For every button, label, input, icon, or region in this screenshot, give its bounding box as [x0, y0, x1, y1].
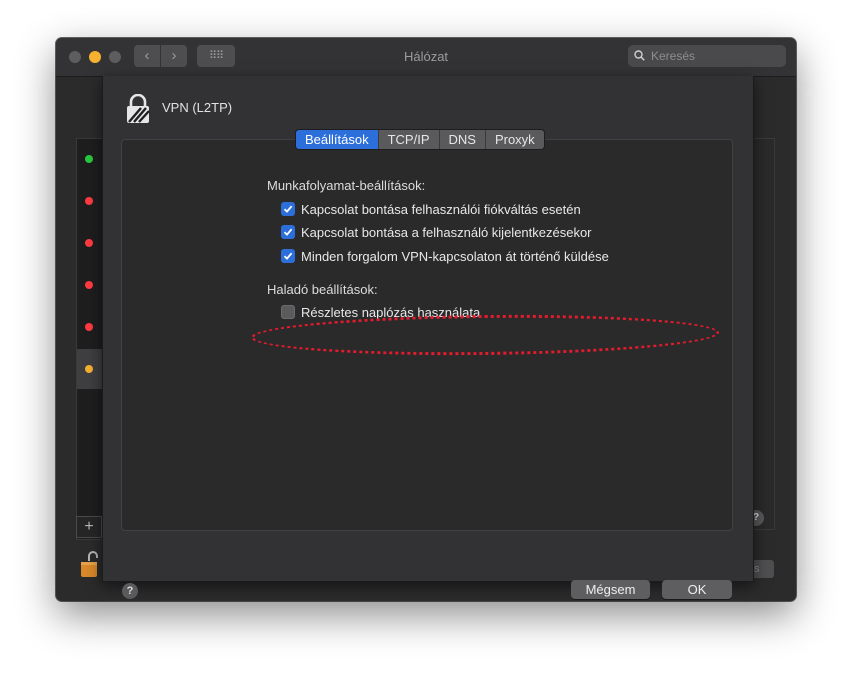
tab-settings[interactable]: Beállítások — [296, 130, 379, 149]
ok-button[interactable]: OK — [662, 580, 732, 599]
tab-dns[interactable]: DNS — [439, 130, 486, 149]
help-icon[interactable]: ? — [122, 583, 138, 599]
checkbox[interactable] — [281, 305, 295, 319]
option-label: Kapcsolat bontása a felhasználó kijelent… — [301, 224, 592, 240]
service-list[interactable] — [76, 138, 103, 540]
vpn-lock-icon — [125, 93, 151, 124]
service-status-dot — [85, 365, 93, 373]
network-preferences-window: ‹ › ⠿⠿ Hálózat Keresés + ? s VPN (L2TP) … — [56, 38, 796, 601]
checkbox[interactable] — [281, 202, 295, 216]
disconnect-on-logout-option[interactable]: Kapcsolat bontása a felhasználó kijelent… — [281, 224, 592, 240]
checkbox[interactable] — [281, 249, 295, 263]
send-all-traffic-over-vpn-option[interactable]: Minden forgalom VPN-kapcsolaton át törté… — [281, 248, 609, 264]
vpn-service-name: VPN (L2TP) — [162, 100, 233, 115]
service-status-dot — [85, 155, 93, 163]
option-label: Minden forgalom VPN-kapcsolaton át törté… — [301, 248, 609, 264]
cancel-button[interactable]: Mégsem — [571, 580, 650, 599]
add-service-button[interactable]: + — [76, 516, 102, 538]
details-panel-edge — [752, 138, 775, 530]
tab-tcp-ip[interactable]: TCP/IP — [378, 130, 440, 149]
service-status-dot — [85, 239, 93, 247]
verbose-logging-option[interactable]: Részletes naplózás használata — [281, 304, 480, 320]
search-icon — [634, 45, 645, 68]
lock-icon[interactable] — [80, 550, 98, 578]
tab-bar: Beállítások TCP/IP DNS Proxyk — [295, 129, 545, 150]
checkbox[interactable] — [281, 225, 295, 239]
service-status-dot — [85, 323, 93, 331]
title-bar: ‹ › ⠿⠿ Hálózat Keresés — [56, 38, 796, 77]
vpn-options-sheet: VPN (L2TP) Munkafolyamat-beállítások: Ka… — [102, 76, 754, 599]
tab-proxies[interactable]: Proxyk — [485, 130, 544, 149]
search-placeholder: Keresés — [651, 49, 696, 63]
advanced-settings-heading: Haladó beállítások: — [267, 282, 378, 297]
search-field[interactable]: Keresés — [628, 45, 786, 67]
disconnect-on-user-switch-option[interactable]: Kapcsolat bontása felhasználói fiókváltá… — [281, 201, 581, 217]
settings-panel: Munkafolyamat-beállítások: Kapcsolat bon… — [121, 139, 733, 531]
service-status-dot — [85, 281, 93, 289]
option-label: Részletes naplózás használata — [301, 304, 481, 320]
service-status-dot — [85, 197, 93, 205]
option-label: Kapcsolat bontása felhasználói fiókváltá… — [301, 201, 581, 217]
workflow-settings-heading: Munkafolyamat-beállítások: — [267, 178, 426, 193]
